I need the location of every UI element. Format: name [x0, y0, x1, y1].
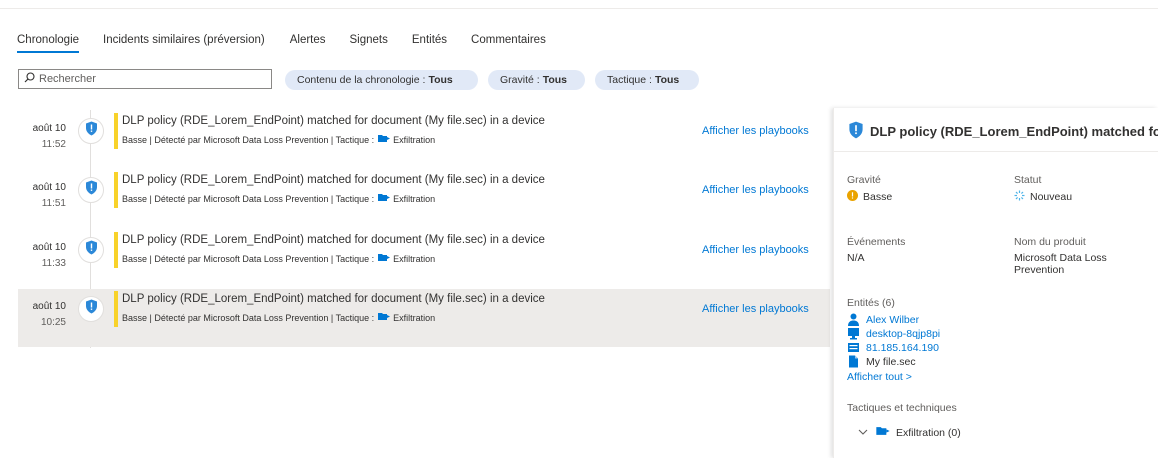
- exfiltration-folder-icon: [876, 426, 890, 439]
- tab-bar: Chronologie Incidents similaires (préver…: [17, 34, 570, 53]
- shield-icon: [85, 240, 98, 260]
- shield-icon: [848, 121, 864, 142]
- search-icon: [24, 70, 35, 88]
- new-status-icon: [1014, 190, 1025, 204]
- view-playbooks-link[interactable]: Afficher les playbooks: [702, 125, 809, 137]
- entity-item[interactable]: Alex Wilber: [847, 313, 919, 326]
- timeline-row[interactable]: août 10 11:33 DLP policy (RDE_Lorem_EndPo…: [18, 230, 830, 288]
- entity-item[interactable]: My file.sec: [847, 355, 916, 368]
- alert-details: Basse | Détecté par Microsoft Data Loss …: [122, 253, 436, 264]
- filter-severity[interactable]: Gravité : Tous: [488, 70, 585, 90]
- shield-icon: [85, 299, 98, 319]
- exfiltration-folder-icon: [378, 134, 391, 145]
- timeline-date: août 10 11:51: [32, 182, 66, 209]
- severity-label: Gravité: [847, 174, 881, 186]
- shield-icon: [85, 121, 98, 141]
- alert-details: Basse | Détecté par Microsoft Data Loss …: [122, 193, 436, 204]
- tab-commentaires[interactable]: Commentaires: [471, 34, 546, 52]
- severity-indicator: [114, 113, 118, 149]
- filter-label: Tactique :: [607, 74, 652, 86]
- alert-node: [78, 177, 104, 203]
- ip-address-icon: [847, 341, 860, 354]
- warning-icon: [847, 190, 858, 204]
- events-label: Événements: [847, 236, 906, 248]
- alert-title: DLP policy (RDE_Lorem_EndPoint) matched …: [122, 234, 545, 246]
- alert-details: Basse | Détecté par Microsoft Data Loss …: [122, 312, 436, 323]
- view-playbooks-link[interactable]: Afficher les playbooks: [702, 184, 809, 196]
- filter-value: Tous: [654, 74, 680, 86]
- tactic-item[interactable]: Exfiltration (0): [858, 426, 961, 439]
- entity-item[interactable]: 81.185.164.190: [847, 341, 939, 354]
- top-divider: [0, 8, 1158, 9]
- computer-icon: [847, 327, 860, 340]
- timeline-date: août 10 10:25: [32, 301, 66, 328]
- tab-incidents-similaires[interactable]: Incidents similaires (préversion): [103, 34, 265, 52]
- status-label: Statut: [1014, 174, 1042, 186]
- severity-indicator: [114, 291, 118, 327]
- timeline-date: août 10 11:52: [32, 123, 66, 150]
- alert-node: [78, 296, 104, 322]
- filter-timeline-content[interactable]: Contenu de la chronologie : Tous: [285, 70, 478, 90]
- panel-divider: [834, 151, 1158, 152]
- tab-alertes[interactable]: Alertes: [290, 34, 326, 52]
- search-box[interactable]: [18, 69, 272, 89]
- status-value: Nouveau: [1014, 190, 1072, 204]
- product-name-label: Nom du produit: [1014, 236, 1086, 248]
- timeline-row[interactable]: août 10 11:51 DLP policy (RDE_Lorem_EndPo…: [18, 170, 830, 228]
- entity-item[interactable]: desktop-8qjp8pi: [847, 327, 940, 340]
- filter-label: Contenu de la chronologie :: [297, 74, 426, 86]
- filter-value: Tous: [542, 74, 567, 86]
- alert-title: DLP policy (RDE_Lorem_EndPoint) matched …: [122, 293, 545, 305]
- view-playbooks-link[interactable]: Afficher les playbooks: [702, 303, 809, 315]
- filter-tactic[interactable]: Tactique : Tous: [595, 70, 699, 90]
- events-value: N/A: [847, 252, 865, 264]
- panel-title: DLP policy (RDE_Lorem_EndPoint) matched …: [848, 121, 1158, 142]
- exfiltration-folder-icon: [378, 193, 391, 204]
- entities-label: Entités (6): [847, 297, 895, 309]
- alert-node: [78, 118, 104, 144]
- exfiltration-folder-icon: [378, 253, 391, 264]
- severity-indicator: [114, 232, 118, 268]
- alert-title: DLP policy (RDE_Lorem_EndPoint) matched …: [122, 115, 545, 127]
- filter-value: Tous: [428, 74, 453, 86]
- product-name-value: Microsoft Data Loss Prevention: [1014, 252, 1107, 276]
- tab-signets[interactable]: Signets: [350, 34, 388, 52]
- file-icon: [847, 355, 860, 368]
- timeline-date: août 10 11:33: [32, 242, 66, 269]
- alert-title: DLP policy (RDE_Lorem_EndPoint) matched …: [122, 174, 545, 186]
- shield-icon: [85, 180, 98, 200]
- alert-node: [78, 237, 104, 263]
- severity-indicator: [114, 172, 118, 208]
- filter-label: Gravité :: [500, 74, 540, 86]
- tab-entites[interactable]: Entités: [412, 34, 447, 52]
- alert-details: Basse | Détecté par Microsoft Data Loss …: [122, 134, 436, 145]
- search-input[interactable]: [39, 73, 259, 85]
- show-all-entities-link[interactable]: Afficher tout >: [847, 371, 912, 383]
- user-icon: [847, 313, 860, 326]
- severity-value: Basse: [847, 190, 892, 204]
- chevron-down-icon[interactable]: [858, 427, 868, 439]
- tab-chronologie[interactable]: Chronologie: [17, 34, 80, 53]
- alert-details-panel: DLP policy (RDE_Lorem_EndPoint) matched …: [833, 108, 1158, 458]
- timeline-row-selected[interactable]: août 10 10:25 DLP policy (RDE_Lorem_EndPo…: [18, 289, 830, 347]
- view-playbooks-link[interactable]: Afficher les playbooks: [702, 244, 809, 256]
- tactics-label: Tactiques et techniques: [847, 402, 957, 414]
- timeline-row[interactable]: août 10 11:52 DLP policy (RDE_Lorem_EndPo…: [18, 111, 830, 169]
- exfiltration-folder-icon: [378, 312, 391, 323]
